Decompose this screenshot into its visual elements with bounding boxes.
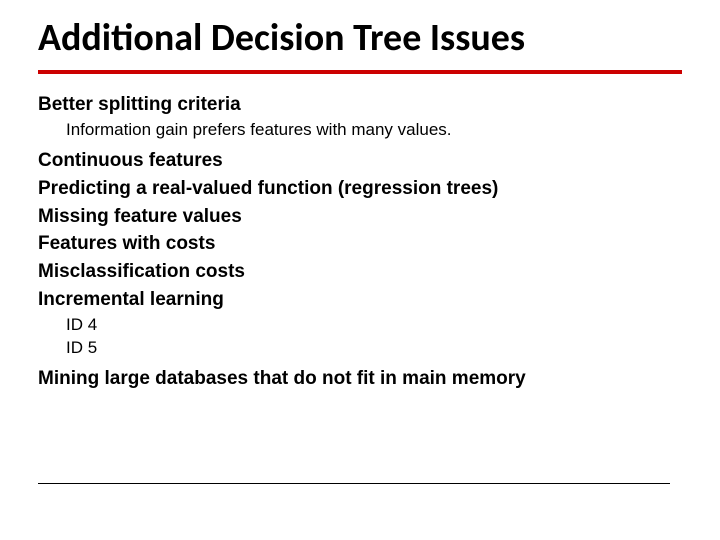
- slide-title: Additional Decision Tree Issues: [38, 18, 682, 66]
- bullet-continuous-features: Continuous features: [38, 148, 682, 174]
- subbullet-id4: ID 4: [66, 314, 682, 337]
- subbullet-id5: ID 5: [66, 337, 682, 360]
- slide-body: Better splitting criteria Information ga…: [38, 92, 682, 392]
- bullet-large-databases: Mining large databases that do not fit i…: [38, 366, 682, 392]
- slide: Additional Decision Tree Issues Better s…: [0, 0, 720, 540]
- subbullet-info-gain: Information gain prefers features with m…: [66, 119, 682, 142]
- bullet-features-with-costs: Features with costs: [38, 231, 682, 257]
- bullet-missing-values: Missing feature values: [38, 204, 682, 230]
- footer-rule: [38, 483, 670, 484]
- title-underline: [38, 70, 682, 74]
- bullet-misclassification-costs: Misclassification costs: [38, 259, 682, 285]
- bullet-splitting-criteria: Better splitting criteria: [38, 92, 682, 118]
- bullet-regression-trees: Predicting a real-valued function (regre…: [38, 176, 682, 202]
- bullet-incremental-learning: Incremental learning: [38, 287, 682, 313]
